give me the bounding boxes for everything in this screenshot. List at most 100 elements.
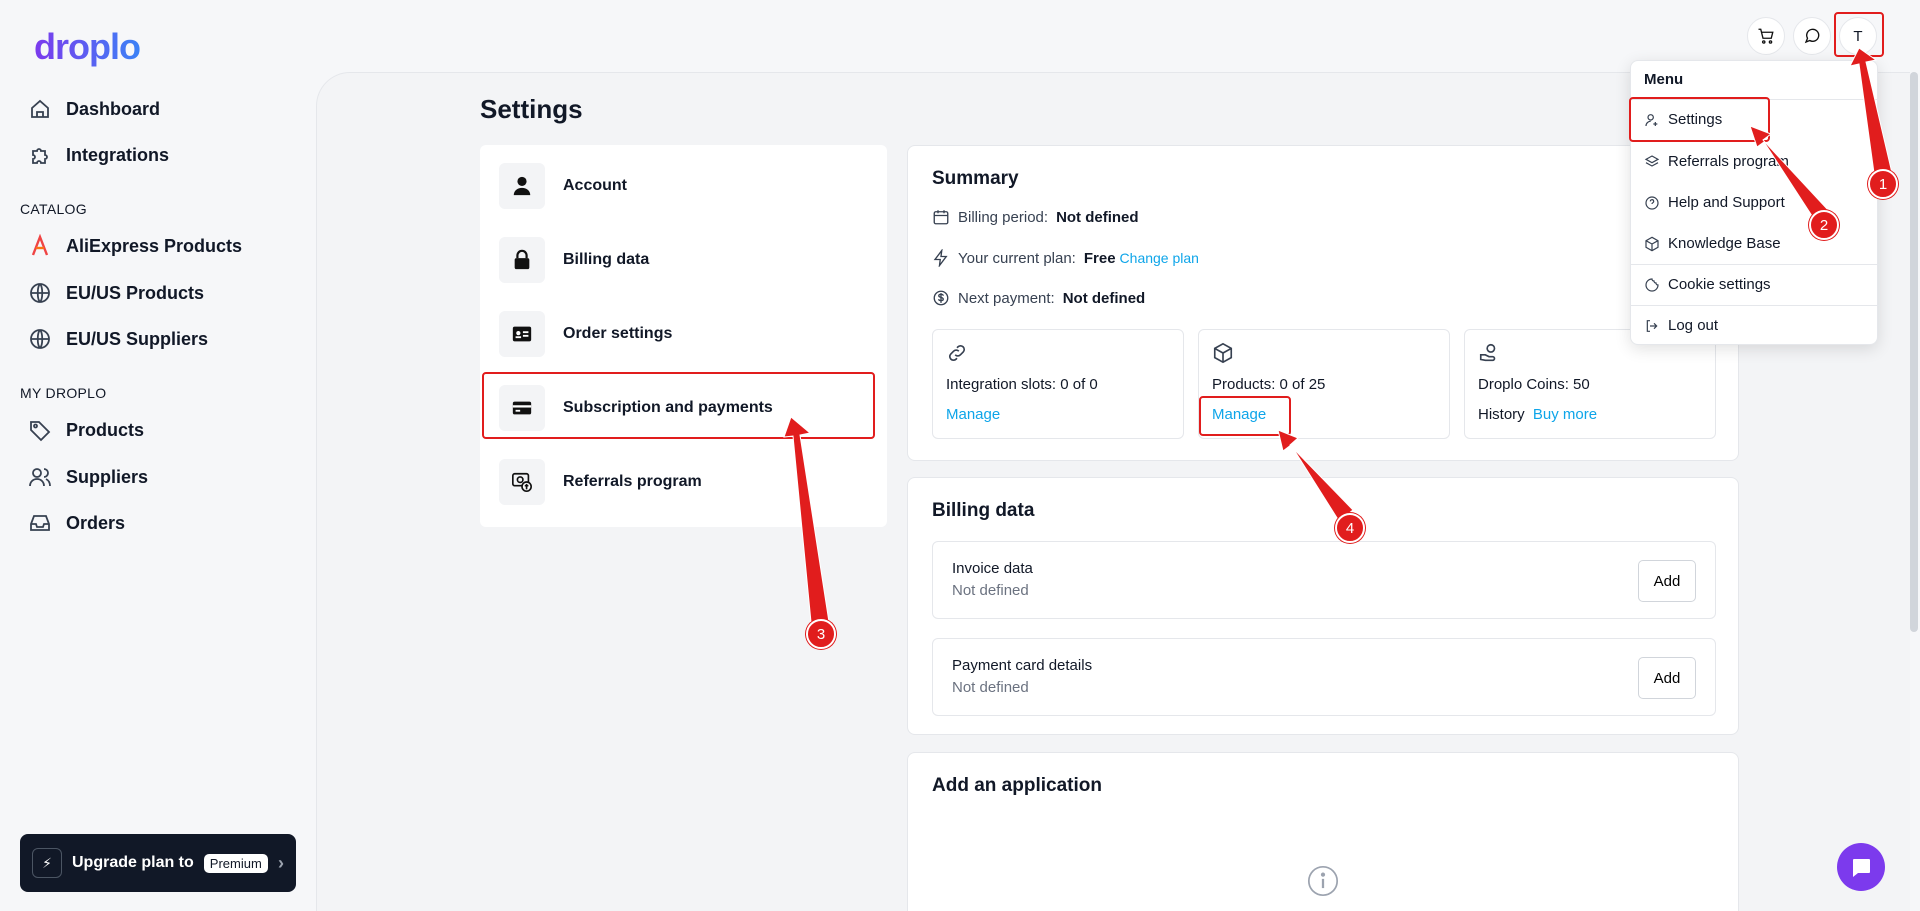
settings-item-label: Account (563, 177, 627, 194)
chat-icon (1853, 859, 1870, 877)
users-icon (29, 468, 51, 487)
notifications-button[interactable] (1793, 17, 1831, 55)
lock-icon (499, 237, 545, 283)
payment-card-title: Payment card details (952, 657, 1093, 674)
products-label: Products: 0 of 25 (1212, 376, 1326, 393)
manage-integrations-link[interactable]: Manage (946, 406, 1000, 423)
history-link[interactable]: History (1478, 406, 1525, 423)
payment-card-row: Payment card details Not defined Add (932, 638, 1716, 716)
divider (1631, 305, 1879, 306)
billing-period: Billing period: Not defined (932, 208, 1139, 226)
plan-label: Your current plan: (958, 249, 1076, 267)
menu-item-logout[interactable]: Log out (1644, 317, 1718, 334)
settings-item-account[interactable]: Account (499, 163, 869, 209)
upgrade-plan-button[interactable]: ⚡ Upgrade plan to Premium › (20, 834, 296, 892)
upgrade-label: Upgrade plan to (72, 854, 194, 871)
application-card: Add an application (907, 752, 1739, 911)
support-chat-button[interactable] (1837, 843, 1885, 891)
settings-item-label: Order settings (563, 325, 673, 342)
coins-actions: History Buy more (1478, 406, 1597, 423)
inbox-icon (30, 515, 50, 531)
summary-card: Summary Billing period: Not defined Your… (907, 145, 1739, 461)
section-label-catalog: CATALOG (20, 201, 87, 217)
sidebar-item-label: Integrations (66, 144, 170, 165)
box-icon (1213, 342, 1233, 364)
info-icon (1307, 865, 1339, 897)
aliexpress-icon (31, 234, 49, 256)
droplo-coins-label: Droplo Coins: 50 (1478, 376, 1590, 393)
chat-bubble-icon (1804, 28, 1820, 44)
premium-badge: Premium (203, 853, 268, 873)
chevron-right-icon: › (278, 852, 284, 873)
buy-more-link[interactable]: Buy more (1533, 406, 1597, 423)
sidebar-item-aliexpress[interactable]: AliExpress Products (28, 229, 242, 263)
sidebar-item-eu-us-products[interactable]: EU/US Products (28, 276, 204, 310)
layers-icon (1644, 154, 1660, 167)
menu-item-label: Knowledge Base (1668, 235, 1781, 252)
sidebar-item-dashboard[interactable]: Dashboard (28, 92, 160, 126)
sidebar-item-products[interactable]: Products (28, 413, 144, 447)
sidebar-item-label: EU/US Products (66, 282, 205, 303)
sidebar-item-label: EU/US Suppliers (66, 328, 209, 349)
summary-title: Summary (932, 168, 1019, 189)
highlight-avatar (1834, 12, 1884, 57)
highlight-manage-products (1199, 396, 1291, 436)
highlight-subscription-item (482, 372, 875, 439)
cookie-icon (1645, 277, 1659, 292)
user-menu-title: Menu (1644, 71, 1684, 88)
menu-item-cookie-settings[interactable]: Cookie settings (1644, 276, 1771, 293)
settings-item-order-settings[interactable]: Order settings (499, 311, 869, 357)
annotation-number: 3 (806, 619, 836, 649)
next-payment: Next payment: Not defined (932, 289, 1145, 307)
coins-icon (1479, 343, 1496, 362)
sidebar-item-label: Orders (66, 512, 126, 533)
puzzle-icon (32, 148, 48, 164)
sidebar-item-label: Suppliers (66, 466, 149, 487)
next-payment-label: Next payment: (958, 289, 1055, 307)
user-icon (499, 163, 545, 209)
page-title: Settings (480, 94, 583, 124)
page-scrollbar[interactable] (1910, 72, 1918, 632)
settings-item-referrals[interactable]: Referrals program (499, 459, 869, 505)
globe-icon (30, 329, 50, 349)
tag-icon (30, 421, 51, 442)
cart-button[interactable] (1747, 17, 1785, 55)
billing-title: Billing data (932, 500, 1035, 521)
logout-icon (1646, 319, 1658, 332)
sidebar-item-label: Dashboard (66, 98, 161, 119)
sidebar-item-integrations[interactable]: Integrations (28, 138, 169, 172)
menu-item-help[interactable]: Help and Support (1644, 194, 1785, 211)
settings-item-label: Referrals program (563, 473, 702, 490)
plan-value: Free (1083, 249, 1116, 267)
sidebar-item-eu-us-suppliers[interactable]: EU/US Suppliers (28, 322, 208, 356)
lightning-icon: ⚡ (32, 848, 62, 878)
settings-item-billing-data[interactable]: Billing data (499, 237, 869, 283)
cube-icon (1645, 236, 1659, 251)
menu-item-label: Cookie settings (1668, 276, 1771, 293)
billing-card: Billing data Invoice data Not defined Ad… (907, 477, 1739, 735)
billing-period-label: Billing period: (958, 208, 1049, 226)
lightning-icon (933, 249, 948, 267)
sidebar-item-suppliers[interactable]: Suppliers (28, 460, 148, 494)
annotation-number: 2 (1809, 210, 1839, 240)
change-plan-link[interactable]: Change plan (1120, 250, 1199, 266)
next-payment-value: Not defined (1062, 289, 1146, 307)
calendar-icon (933, 210, 949, 225)
billing-period-value: Not defined (1056, 208, 1139, 226)
dollar-icon (933, 290, 949, 306)
settings-menu: Account Billing data Order settings Subs… (480, 145, 887, 527)
menu-item-label: Help and Support (1668, 194, 1785, 211)
sidebar-item-orders[interactable]: Orders (28, 506, 125, 540)
id-card-icon (499, 311, 545, 357)
invoice-data-value: Not defined (952, 582, 1029, 599)
menu-item-label: Referrals program (1668, 153, 1789, 170)
add-payment-card-button[interactable]: Add (1638, 657, 1696, 699)
menu-item-referrals[interactable]: Referrals program (1644, 153, 1789, 170)
sidebar-item-label: AliExpress Products (66, 235, 243, 256)
highlight-settings-item (1629, 97, 1770, 142)
droplo-logo[interactable]: droplo (34, 26, 141, 68)
annotation-number: 4 (1335, 513, 1365, 543)
add-invoice-data-button[interactable]: Add (1638, 560, 1696, 602)
menu-item-knowledge-base[interactable]: Knowledge Base (1644, 235, 1781, 252)
help-icon (1645, 195, 1659, 210)
